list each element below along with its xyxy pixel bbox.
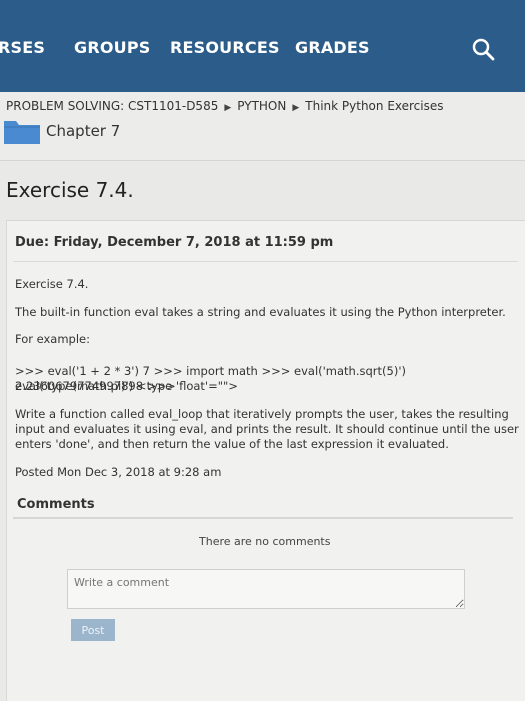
top-navigation-bar: RSES GROUPS RESOURCES GRADES <box>0 0 525 92</box>
comment-input[interactable] <box>67 569 465 609</box>
comments-heading: Comments <box>17 497 95 512</box>
breadcrumb: PROBLEM SOLVING: CST1101-D585 ▶ PYTHON ▶ Thi… <box>6 99 444 113</box>
search-button[interactable] <box>470 36 498 64</box>
folder-icon <box>4 121 40 144</box>
page-title: Exercise 7.4. <box>6 178 134 202</box>
body-title: Exercise 7.4. <box>15 277 89 291</box>
nav-resources[interactable]: RESOURCES <box>170 38 280 57</box>
breadcrumb-python[interactable]: PYTHON <box>237 99 286 113</box>
nav-grades[interactable]: GRADES <box>295 38 370 57</box>
breadcrumb-area: PROBLEM SOLVING: CST1101-D585 ▶ PYTHON ▶ Thi… <box>0 92 525 161</box>
task-text-line: enters 'done', and then return the value… <box>15 437 449 451</box>
breadcrumb-course[interactable]: PROBLEM SOLVING: CST1101-D585 <box>6 99 218 113</box>
chapter-title[interactable]: Chapter 7 <box>46 122 120 140</box>
no-comments-text: There are no comments <box>199 535 331 548</box>
breadcrumb-separator-icon: ▶ <box>292 103 300 113</box>
breadcrumb-separator-icon: ▶ <box>224 103 232 113</box>
posted-timestamp: Posted Mon Dec 3, 2018 at 9:28 am <box>15 465 222 479</box>
breadcrumb-exercises[interactable]: Think Python Exercises <box>305 99 443 113</box>
code-example-line: eval('type(math.pi)') <type 'float'=""> <box>15 379 238 393</box>
nav-groups[interactable]: GROUPS <box>74 38 151 57</box>
post-button[interactable]: Post <box>71 619 115 641</box>
for-example-text: For example: <box>15 332 90 346</box>
due-date: Due: Friday, December 7, 2018 at 11:59 p… <box>15 235 334 250</box>
description-text: The built-in function eval takes a strin… <box>15 305 506 319</box>
task-text-line: Write a function called eval_loop that i… <box>15 407 509 421</box>
divider <box>13 261 518 262</box>
search-icon <box>472 38 495 61</box>
nav-courses[interactable]: RSES <box>0 38 45 57</box>
task-text-line: input and evaluates it using eval, and p… <box>15 422 519 436</box>
assignment-panel: Due: Friday, December 7, 2018 at 11:59 p… <box>6 220 525 701</box>
divider <box>13 517 513 519</box>
